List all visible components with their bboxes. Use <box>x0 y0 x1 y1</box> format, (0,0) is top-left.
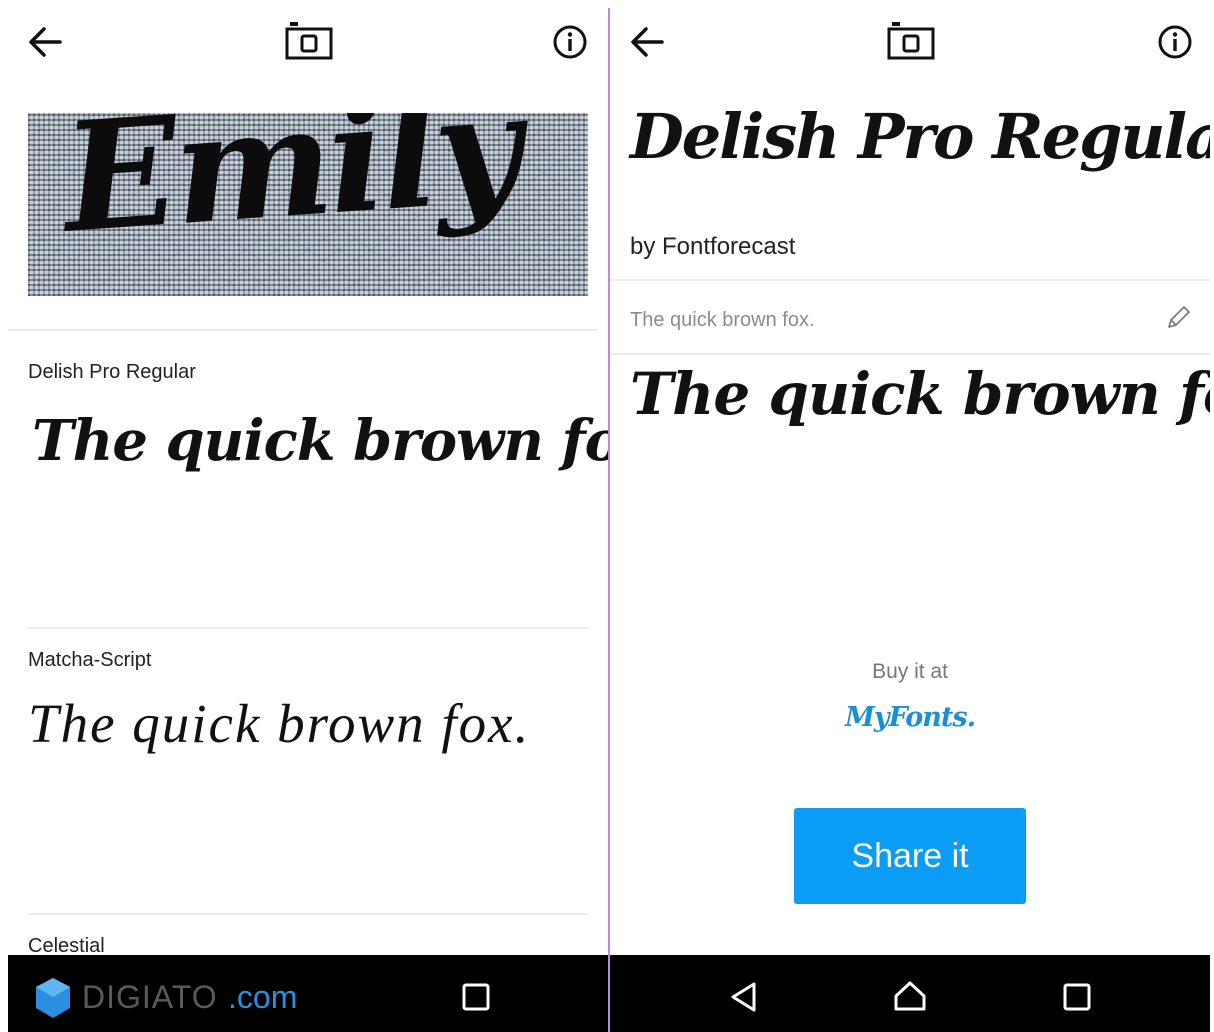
myfonts-logo-link[interactable]: MyFonts. <box>610 702 1210 733</box>
font-name-label: Celestial <box>28 935 105 955</box>
share-button[interactable]: Share it <box>794 808 1026 904</box>
system-nav-bar: DIGIATO .com <box>8 955 608 1032</box>
info-button[interactable] <box>1155 22 1199 66</box>
back-button[interactable] <box>24 20 68 64</box>
font-name-label: Matcha-Script <box>28 649 152 671</box>
font-results-screen: Emily Delish Pro Regular The quick brown… <box>8 0 608 955</box>
back-arrow-icon <box>29 27 62 57</box>
captured-photo: Emily <box>28 113 588 296</box>
divider <box>28 627 588 629</box>
watermark-suffix: .com <box>228 979 298 1015</box>
info-icon <box>553 25 587 59</box>
divider <box>28 913 588 915</box>
camera-icon <box>887 22 935 60</box>
divider <box>8 329 598 331</box>
sample-text-value: The quick brown fox. <box>630 309 815 331</box>
font-sample-text: The quick brown fox. <box>32 408 608 474</box>
nav-home-button[interactable] <box>888 975 932 1019</box>
watermark-prefix: DIGIATO <box>82 979 218 1015</box>
buy-label: Buy it at <box>872 660 948 683</box>
font-author: by Fontforecast <box>630 233 796 260</box>
camera-icon <box>285 22 333 60</box>
font-preview: The quick brown fox. <box>630 360 1210 428</box>
camera-button[interactable] <box>284 20 334 64</box>
nav-back-icon <box>731 982 756 1012</box>
nav-back-button[interactable] <box>722 975 766 1019</box>
system-nav-bar <box>610 955 1210 1032</box>
back-arrow-icon <box>631 27 664 57</box>
nav-home-icon <box>894 981 926 1011</box>
sample-text-field[interactable]: The quick brown fox. <box>610 281 1210 353</box>
font-name-label: Delish Pro Regular <box>28 361 196 383</box>
recents-button[interactable] <box>454 975 498 1019</box>
divider <box>610 353 1210 355</box>
font-detail-screen: Delish Pro Regular by Fontforecast The q… <box>610 0 1210 955</box>
info-button[interactable] <box>550 22 594 66</box>
camera-button[interactable] <box>886 20 936 64</box>
back-button[interactable] <box>626 20 670 64</box>
font-sample-text: The quick brown fox. <box>28 693 531 754</box>
font-title: Delish Pro Regular <box>630 100 1210 173</box>
nav-recents-button[interactable] <box>1055 975 1099 1019</box>
nav-recents-icon <box>462 983 490 1011</box>
nav-recents-icon <box>1063 983 1091 1011</box>
pencil-icon[interactable] <box>1163 303 1193 333</box>
photo-handwriting: Emily <box>57 113 524 267</box>
digiato-logo-icon <box>36 978 70 1018</box>
info-icon <box>1158 25 1192 59</box>
